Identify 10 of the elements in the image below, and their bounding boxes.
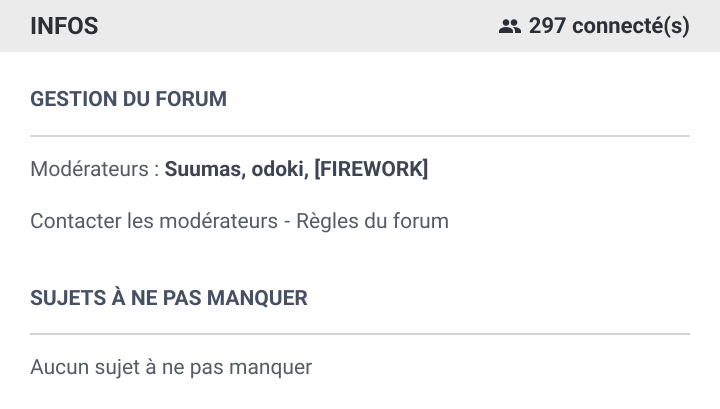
- section-heading: GESTION DU FORUM: [30, 88, 228, 112]
- forum-link[interactable]: Règles du forum: [296, 206, 450, 238]
- separator: -: [284, 208, 290, 236]
- panel-title: INFOS: [30, 11, 98, 42]
- info-text: Aucun sujet à ne pas manquer: [30, 355, 312, 382]
- section-heading: SUJETS À NE PAS MANQUER: [30, 286, 308, 310]
- info-text: Modérateurs : Suumas, odoki, [FIREWORK]: [30, 156, 428, 184]
- forum-link[interactable]: Contacter les modérateurs: [30, 206, 278, 238]
- online-count: 297 connecté(s): [528, 12, 690, 40]
- users-icon: [498, 19, 521, 33]
